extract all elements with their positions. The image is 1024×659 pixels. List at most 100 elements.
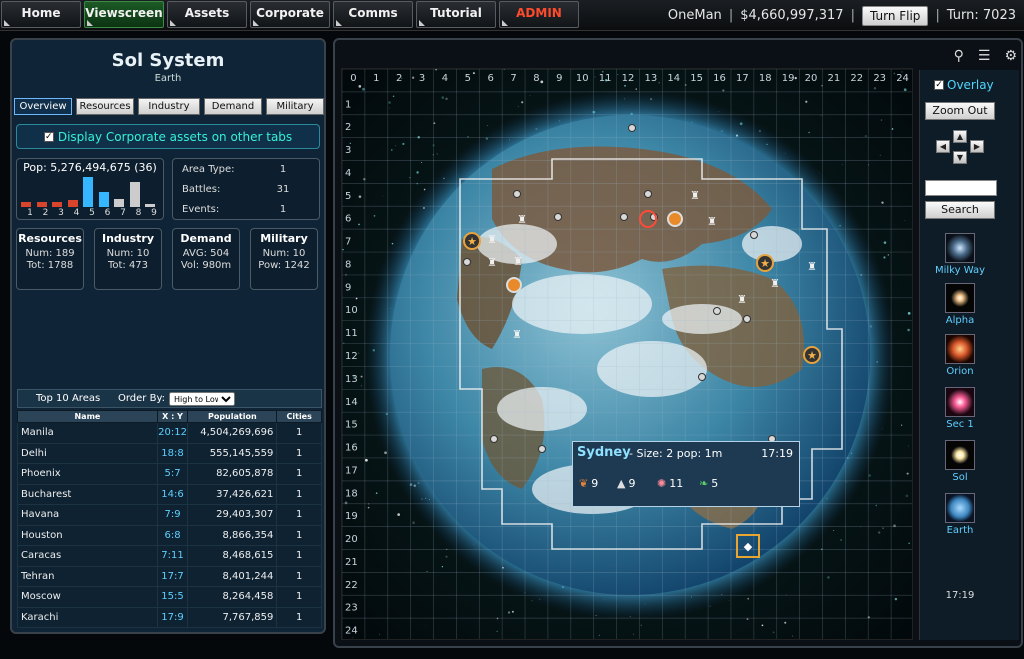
star-icon[interactable]: ★ bbox=[807, 349, 817, 362]
overlay-toggle[interactable]: ✓ Overlay bbox=[934, 78, 994, 92]
nav-assets-button[interactable]: Assets bbox=[167, 1, 247, 28]
table-row[interactable]: Havana 7:9 29,403,307 1 bbox=[17, 504, 322, 526]
resources-stat-box[interactable]: Resources Num: 189 Tot: 1788 bbox=[16, 228, 84, 290]
star-icon[interactable]: ★ bbox=[467, 235, 477, 248]
nav-tutorial-button[interactable]: Tutorial bbox=[416, 1, 496, 28]
area-name[interactable]: Delhi bbox=[17, 442, 158, 464]
arrow-right-button[interactable]: ▶ bbox=[970, 140, 984, 153]
area-name[interactable]: Phoenix bbox=[17, 463, 158, 485]
nav-admin-button[interactable]: ADMIN bbox=[499, 1, 579, 28]
tab-overview[interactable]: Overview bbox=[14, 98, 72, 115]
area-name[interactable]: Manila bbox=[17, 422, 158, 444]
tab-military[interactable]: Military bbox=[266, 98, 324, 115]
table-row[interactable]: Karachi 17:9 7,767,859 1 bbox=[17, 606, 322, 628]
planet-marker[interactable] bbox=[620, 213, 628, 221]
tab-demand[interactable]: Demand bbox=[204, 98, 262, 115]
nav-sol[interactable]: Sol bbox=[920, 440, 1000, 483]
city-icon[interactable]: ♜ bbox=[770, 277, 780, 290]
table-row[interactable]: Bucharest 14:6 37,426,621 1 bbox=[17, 483, 322, 505]
industry-stat-box[interactable]: Industry Num: 10 Tot: 473 bbox=[94, 228, 162, 290]
planet-marker[interactable] bbox=[698, 373, 706, 381]
col-cities[interactable]: Cities bbox=[276, 410, 322, 423]
star-icon[interactable]: ★ bbox=[760, 257, 770, 270]
area-xy[interactable]: 20:12 bbox=[156, 422, 189, 444]
city-icon[interactable]: ♜ bbox=[487, 256, 497, 269]
location-pin-icon[interactable]: ⚲ bbox=[954, 48, 964, 64]
list-icon[interactable]: ☰ bbox=[978, 48, 991, 64]
order-by-select[interactable]: High to Low bbox=[169, 392, 235, 406]
planet-marker[interactable] bbox=[713, 307, 721, 315]
table-row[interactable]: Moscow 15:5 8,264,458 1 bbox=[17, 586, 322, 608]
area-xy[interactable]: 7:9 bbox=[156, 504, 189, 526]
col-population[interactable]: Population bbox=[187, 410, 278, 423]
map-search-input[interactable] bbox=[925, 180, 997, 196]
city-icon[interactable]: ♜ bbox=[707, 215, 717, 228]
planet-marker[interactable] bbox=[490, 435, 498, 443]
turn-flip-button[interactable]: Turn Flip bbox=[861, 5, 929, 26]
planet-marker[interactable] bbox=[513, 190, 521, 198]
planet-marker[interactable] bbox=[644, 190, 652, 198]
nav-sec-1[interactable]: Sec 1 bbox=[920, 387, 1000, 430]
table-row[interactable]: Phoenix 5:7 82,605,878 1 bbox=[17, 463, 322, 485]
area-name[interactable]: Moscow bbox=[17, 586, 158, 608]
resource-node-icon[interactable] bbox=[506, 277, 522, 293]
nav-viewscreen-button[interactable]: Viewscreen bbox=[84, 1, 164, 28]
table-row[interactable]: Manila 20:12 4,504,269,696 1 bbox=[17, 422, 322, 444]
planet-marker[interactable] bbox=[554, 213, 562, 221]
gear-icon[interactable]: ⚙ bbox=[1004, 48, 1017, 64]
area-xy[interactable]: 5:7 bbox=[156, 463, 189, 485]
col-xy[interactable]: X : Y bbox=[156, 410, 189, 423]
area-name[interactable]: Bucharest bbox=[17, 483, 158, 505]
table-row[interactable]: Delhi 18:8 555,145,559 1 bbox=[17, 442, 322, 464]
area-name[interactable]: Houston bbox=[17, 524, 158, 546]
table-row[interactable]: Caracas 7:11 8,468,615 1 bbox=[17, 545, 322, 567]
city-icon[interactable]: ♜ bbox=[487, 233, 497, 246]
resource-node-icon[interactable] bbox=[667, 211, 683, 227]
city-icon[interactable]: ♜ bbox=[807, 260, 817, 273]
selected-area-icon[interactable]: ◆ bbox=[744, 540, 753, 553]
city-icon[interactable]: ♜ bbox=[690, 189, 700, 202]
nav-earth[interactable]: Earth bbox=[920, 493, 1000, 536]
planet-marker[interactable] bbox=[463, 258, 471, 266]
area-xy[interactable]: 18:8 bbox=[156, 442, 189, 464]
search-button[interactable]: Search bbox=[925, 201, 995, 219]
arrow-down-button[interactable]: ▼ bbox=[953, 151, 967, 164]
arrow-up-button[interactable]: ▲ bbox=[953, 130, 967, 143]
area-xy[interactable]: 7:11 bbox=[156, 545, 189, 567]
table-row[interactable]: Tehran 17:7 8,401,244 1 bbox=[17, 565, 322, 587]
checkbox-checked-icon[interactable]: ✓ bbox=[43, 131, 54, 142]
area-xy[interactable]: 14:6 bbox=[156, 483, 189, 505]
city-icon[interactable]: ♜ bbox=[513, 255, 523, 268]
area-name[interactable]: Havana bbox=[17, 504, 158, 526]
tab-industry[interactable]: Industry bbox=[138, 98, 200, 115]
nav-alpha[interactable]: Alpha bbox=[920, 283, 1000, 326]
planet-marker[interactable] bbox=[628, 124, 636, 132]
area-xy[interactable]: 17:7 bbox=[156, 565, 189, 587]
demand-stat-box[interactable]: Demand AVG: 504 Vol: 980m bbox=[172, 228, 240, 290]
planet-marker[interactable] bbox=[538, 445, 546, 453]
area-name[interactable]: Caracas bbox=[17, 545, 158, 567]
military-stat-box[interactable]: Military Num: 10 Pow: 1242 bbox=[250, 228, 318, 290]
planet-marker[interactable] bbox=[750, 231, 758, 239]
checkbox-checked-icon[interactable]: ✓ bbox=[934, 80, 944, 90]
zoom-out-button[interactable]: Zoom Out bbox=[925, 102, 995, 120]
planet-map-canvas[interactable]: ♜♜★ ♜♜ ♜♜★♜♜♜♜★ ◆ 0 1 2 3 4 5 6 7 8 9 10 11 12 13 14 15 16… bbox=[342, 69, 913, 640]
area-xy[interactable]: 6:8 bbox=[156, 524, 189, 546]
planet-map[interactable]: ♜ ♜ ★ ♜ ♜ ♜ ♜ ★ ♜ ♜ ♜ ♜ ★ ◆ 0 1 2 3 4 5 6 7 8 9 10 11 12 13 14 15 16… bbox=[341, 68, 913, 640]
arrow-left-button[interactable]: ◀ bbox=[936, 140, 950, 153]
nav-milky-way[interactable]: Milky Way bbox=[920, 233, 1000, 276]
nav-home-button[interactable]: Home bbox=[1, 1, 81, 28]
tab-resources[interactable]: Resources bbox=[76, 98, 134, 115]
city-icon[interactable]: ♜ bbox=[737, 293, 747, 306]
nav-corporate-button[interactable]: Corporate bbox=[250, 1, 330, 28]
col-name[interactable]: Name bbox=[17, 410, 158, 423]
city-icon[interactable]: ♜ bbox=[512, 328, 522, 341]
city-icon[interactable]: ♜ bbox=[517, 213, 527, 226]
area-xy[interactable]: 15:5 bbox=[156, 586, 189, 608]
area-name[interactable]: Tehran bbox=[17, 565, 158, 587]
nav-orion[interactable]: Orion bbox=[920, 334, 1000, 377]
nav-comms-button[interactable]: Comms bbox=[333, 1, 413, 28]
area-xy[interactable]: 17:9 bbox=[156, 606, 189, 628]
planet-marker[interactable] bbox=[743, 315, 751, 323]
display-assets-toggle[interactable]: ✓ Display Corporate assets on other tabs bbox=[16, 124, 320, 149]
